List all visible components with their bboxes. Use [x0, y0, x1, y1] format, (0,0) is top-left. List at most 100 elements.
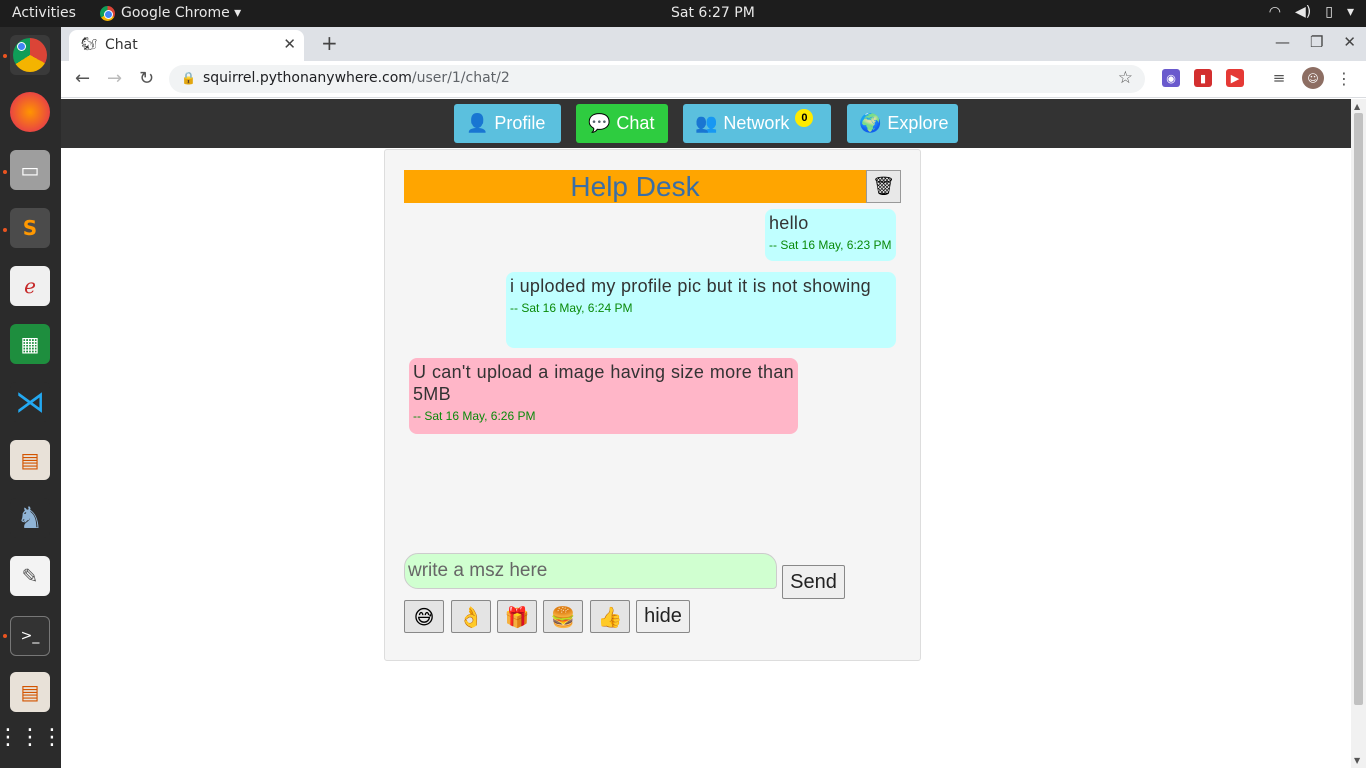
browser-toolbar: ← → ↻ 🔒 squirrel.pythonanywhere.com/user…: [61, 61, 1366, 98]
send-button[interactable]: Send: [782, 565, 845, 599]
message-timestamp: -- Sat 16 May, 6:23 PM: [769, 238, 892, 252]
chat-panel: Help Desk 🗑 hello -- Sat 16 May, 6:23 PM…: [384, 149, 921, 661]
delete-chat-button[interactable]: 🗑: [866, 170, 901, 203]
clock[interactable]: Sat 6:27 PM: [671, 5, 755, 21]
dock-impress[interactable]: ▤: [10, 440, 50, 480]
chat-title: Help Desk: [404, 170, 866, 203]
terminal-icon: >_: [20, 628, 40, 644]
dock-document-viewer[interactable]: ▤: [10, 672, 50, 712]
users-icon: 👥: [695, 113, 718, 133]
comments-icon: 💬: [588, 113, 611, 133]
message-outgoing: hello -- Sat 16 May, 6:23 PM: [765, 209, 896, 261]
profile-button[interactable]: 👤 Profile: [454, 104, 561, 143]
message-outgoing: i uploded my profile pic but it is not s…: [506, 272, 896, 348]
trash-icon: 🗑: [872, 176, 895, 197]
squirrel-favicon-icon: 🐿: [81, 37, 98, 52]
menu-arrow-icon: ▾: [1346, 4, 1354, 20]
explore-label: Explore: [887, 113, 949, 133]
activities-button[interactable]: Activities: [12, 5, 76, 21]
extension-red-icon[interactable]: ▮: [1194, 69, 1212, 87]
lock-icon: 🔒: [181, 71, 196, 85]
message-incoming: U can't upload a image having size more …: [409, 358, 798, 434]
dock-terminal[interactable]: >_: [10, 616, 50, 656]
text-editor-icon: ✎: [21, 564, 39, 588]
scroll-up-icon[interactable]: ▲: [1354, 102, 1360, 111]
running-indicator: [3, 634, 7, 638]
dock-vscode[interactable]: ⋊: [10, 382, 50, 422]
message-text: U can't upload a image having size more …: [413, 362, 794, 404]
apps-grid-icon: ⋮⋮⋮: [0, 724, 63, 750]
tab-close-icon[interactable]: ✕: [283, 35, 296, 53]
close-window-icon[interactable]: ✕: [1343, 33, 1356, 51]
spreadsheet-icon: ▦: [20, 332, 40, 356]
dock-sublime[interactable]: S: [10, 208, 50, 248]
running-indicator: [3, 54, 7, 58]
sublime-icon: S: [22, 216, 38, 240]
dock-calc[interactable]: ▦: [10, 324, 50, 364]
dock-chrome[interactable]: [10, 35, 50, 75]
message-text: hello: [769, 213, 809, 233]
hide-emoji-button[interactable]: hide: [636, 600, 690, 633]
battery-icon: ▯: [1325, 4, 1333, 20]
message-input[interactable]: write a msz here: [404, 553, 777, 589]
url-path: /user/1/chat/2: [411, 70, 510, 86]
web-page: 👤 Profile 💬 Chat 👥 Network 0 🌍 Explore H…: [61, 99, 1351, 768]
running-indicator: [3, 228, 7, 232]
globe-icon: 🌍: [859, 113, 882, 133]
site-navbar: 👤 Profile 💬 Chat 👥 Network 0 🌍 Explore: [61, 99, 1351, 148]
minimize-icon[interactable]: —: [1275, 33, 1290, 51]
media-queue-icon[interactable]: ≡: [1270, 69, 1288, 87]
url-host: squirrel.pythonanywhere.com: [203, 70, 412, 86]
scrollbar-thumb[interactable]: [1354, 113, 1363, 705]
forward-icon[interactable]: →: [107, 68, 122, 89]
dock-files[interactable]: ▭: [10, 150, 50, 190]
message-text: i uploded my profile pic but it is not s…: [510, 276, 871, 296]
dock-pgadmin[interactable]: ♞: [10, 498, 50, 538]
pdf-viewer-icon: ℯ: [24, 274, 36, 298]
dock-evince[interactable]: ℯ: [10, 266, 50, 306]
emoji-gift-button[interactable]: 🎁: [497, 600, 537, 633]
chat-label: Chat: [616, 113, 655, 133]
chrome-icon: [100, 5, 115, 21]
emoji-ok-hand-button[interactable]: 👌: [451, 600, 491, 633]
address-bar[interactable]: 🔒 squirrel.pythonanywhere.com/user/1/cha…: [169, 65, 1145, 93]
message-timestamp: -- Sat 16 May, 6:24 PM: [510, 301, 633, 315]
extension-play-icon[interactable]: ▶: [1226, 69, 1244, 87]
app-menu[interactable]: Google Chrome ▾: [100, 5, 241, 21]
files-icon: ▭: [20, 158, 40, 182]
network-button[interactable]: 👥 Network 0: [683, 104, 831, 143]
reload-icon[interactable]: ↻: [139, 68, 154, 89]
running-indicator: [3, 170, 7, 174]
presentation-icon: ▤: [20, 448, 40, 472]
window-controls: — ❐ ✕: [1275, 33, 1356, 51]
scroll-down-icon[interactable]: ▼: [1354, 756, 1360, 765]
profile-label: Profile: [494, 113, 546, 133]
new-tab-button[interactable]: +: [321, 31, 338, 55]
extension-owl-icon[interactable]: ◉: [1162, 69, 1180, 87]
emoji-burger-button[interactable]: 🍔: [543, 600, 583, 633]
tab-title: Chat: [105, 37, 138, 53]
dock-gedit[interactable]: ✎: [10, 556, 50, 596]
vscode-icon: ⋊: [15, 384, 45, 420]
chat-button[interactable]: 💬 Chat: [576, 104, 668, 143]
menu-dots-icon[interactable]: ⋮: [1335, 69, 1353, 88]
page-scrollbar[interactable]: ▲ ▼: [1351, 99, 1366, 768]
dock: ▭ S ℯ ▦ ⋊ ▤ ♞ ✎ >_ ▤ ⋮⋮⋮: [0, 27, 63, 768]
system-top-bar: Activities Google Chrome ▾ Sat 6:27 PM ◠…: [0, 0, 1366, 27]
system-tray[interactable]: ◠ ◀) ▯ ▾: [1269, 4, 1354, 20]
explore-button[interactable]: 🌍 Explore: [847, 104, 958, 143]
bookmark-star-icon[interactable]: ☆: [1118, 68, 1133, 88]
tab-chat[interactable]: 🐿 Chat ✕: [69, 30, 304, 61]
avatar[interactable]: ☺: [1302, 67, 1324, 89]
url-text: squirrel.pythonanywhere.com/user/1/chat/…: [203, 70, 510, 86]
emoji-sweat-smile-button[interactable]: 😅: [404, 600, 444, 633]
chrome-icon: [13, 38, 47, 72]
restore-icon[interactable]: ❐: [1310, 33, 1323, 51]
message-timestamp: -- Sat 16 May, 6:26 PM: [413, 409, 536, 423]
dock-firefox[interactable]: [10, 92, 50, 132]
emoji-thumbs-up-button[interactable]: 👍: [590, 600, 630, 633]
show-applications-button[interactable]: ⋮⋮⋮: [0, 717, 63, 757]
volume-icon: ◀): [1295, 4, 1312, 20]
network-badge: 0: [795, 108, 814, 127]
back-icon[interactable]: ←: [75, 68, 90, 89]
